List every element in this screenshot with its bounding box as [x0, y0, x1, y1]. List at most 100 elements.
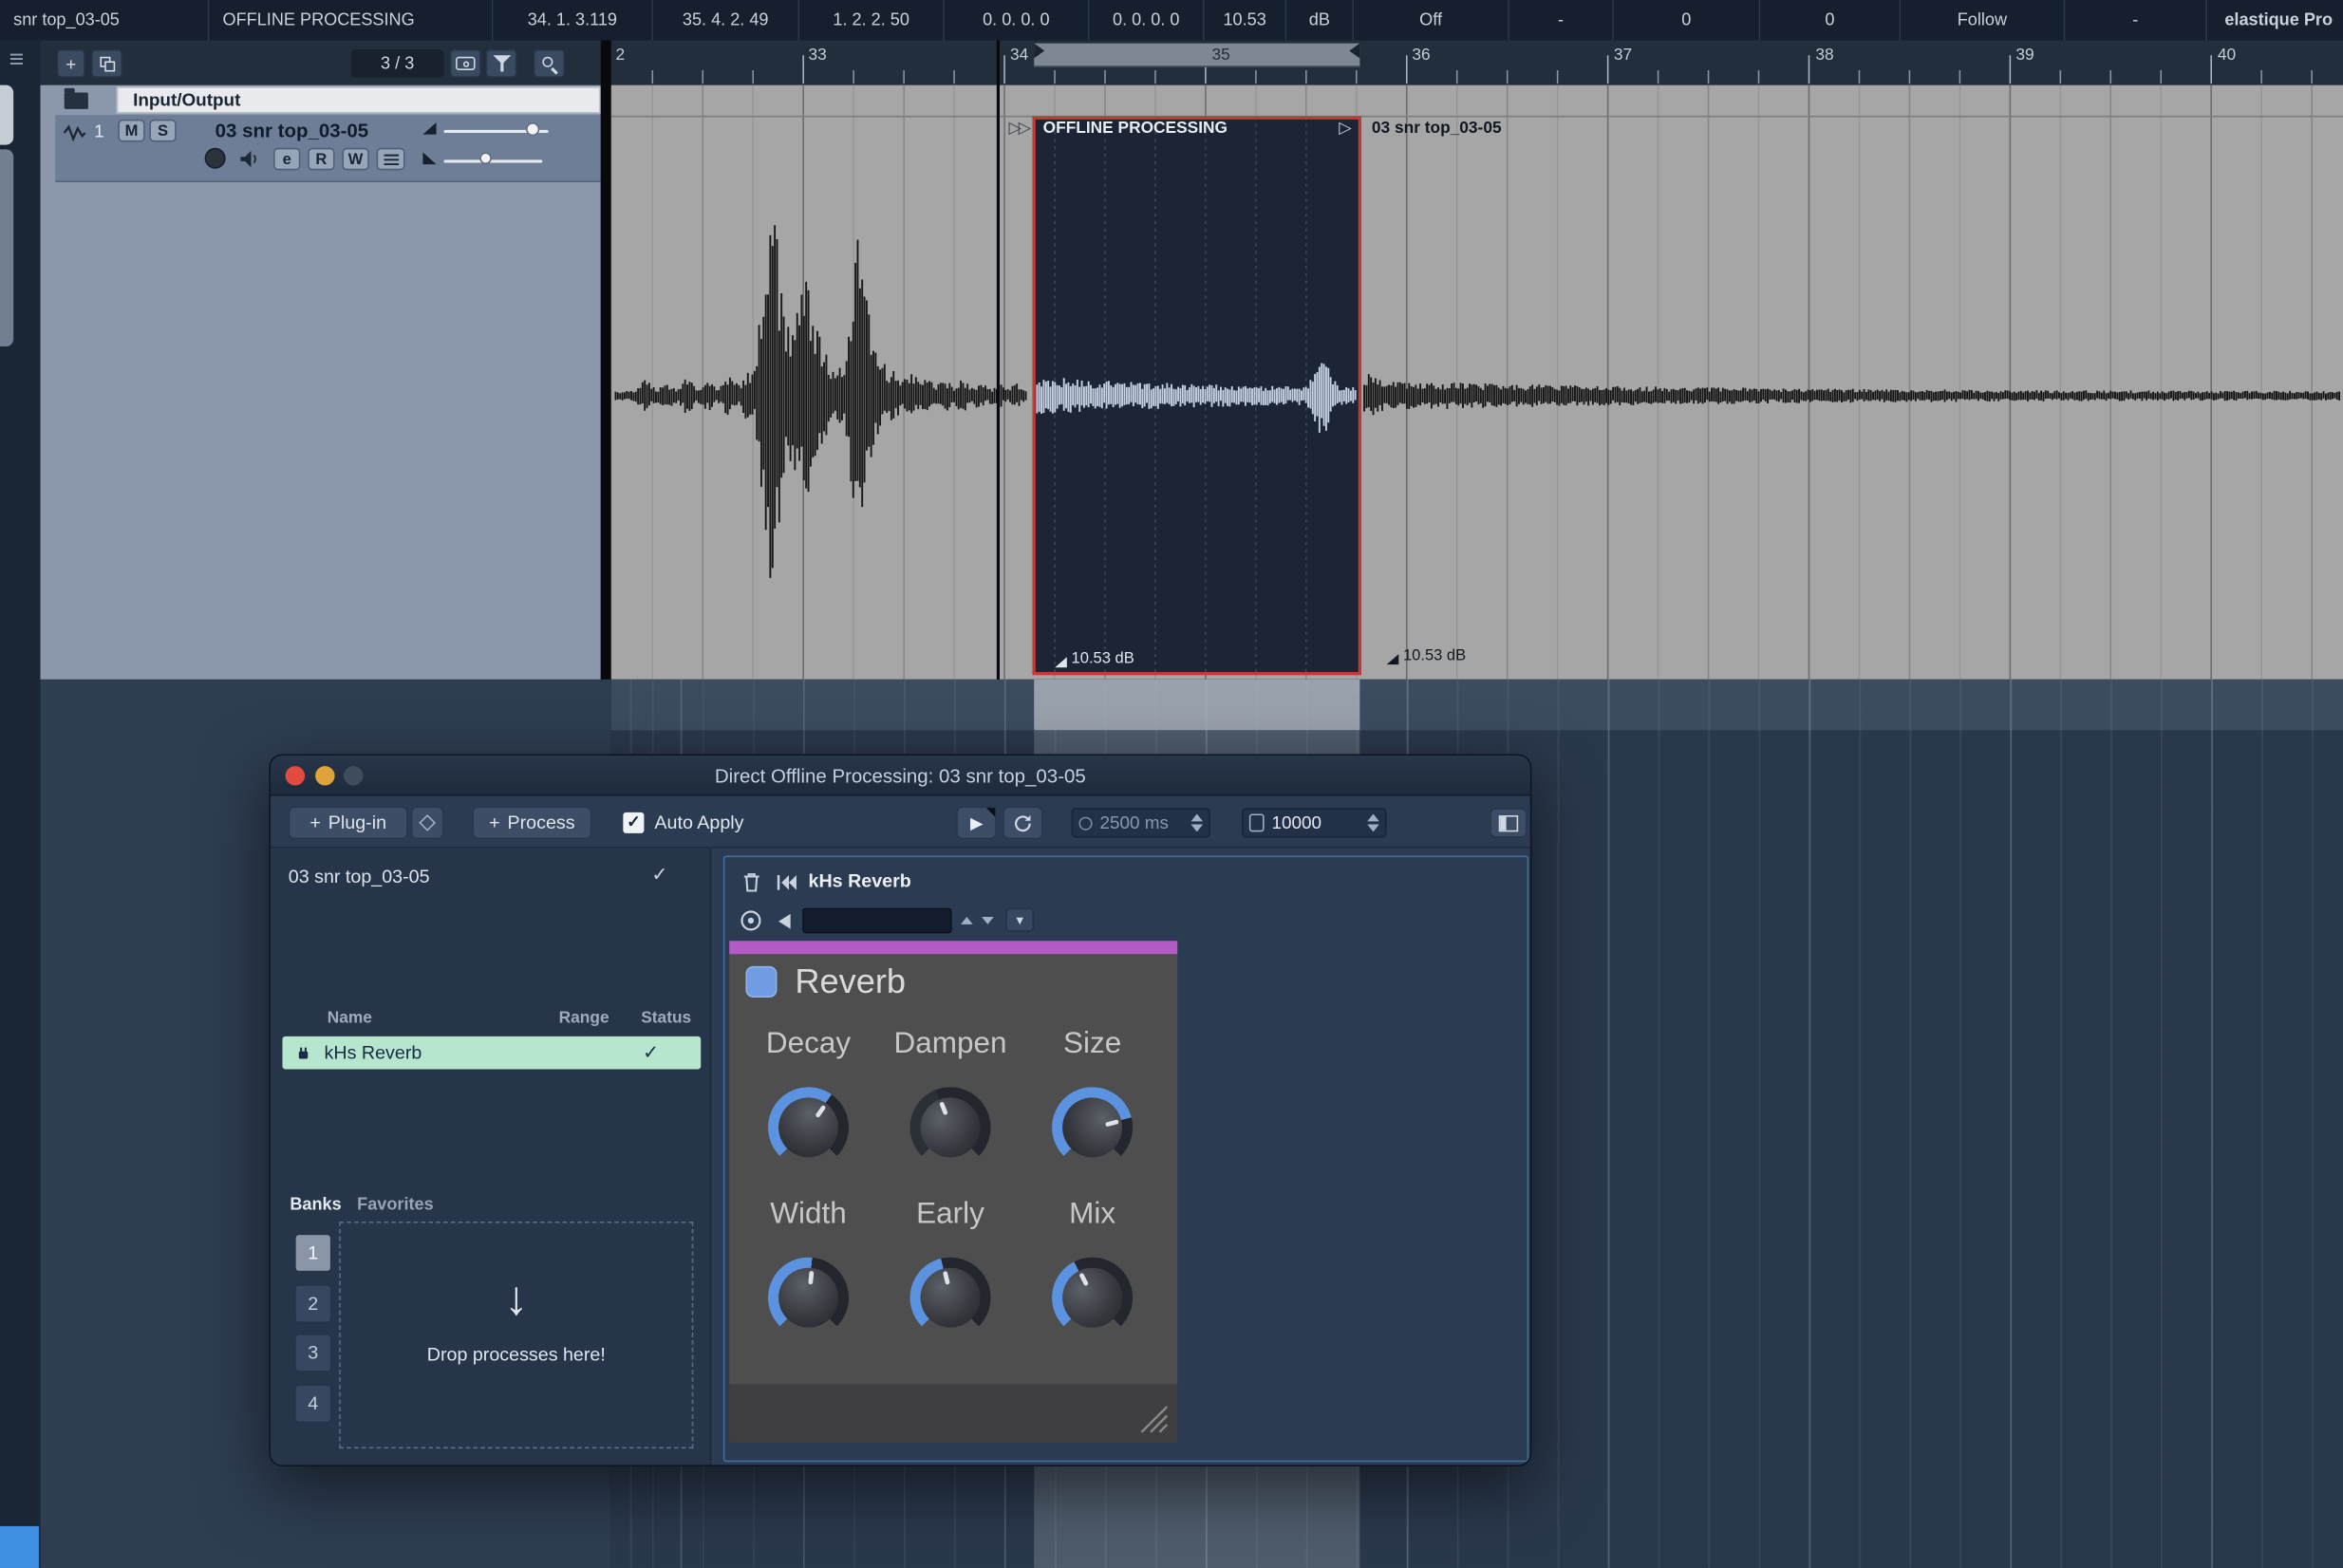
arrow-up-icon: [961, 917, 973, 924]
snapshot-button[interactable]: [450, 49, 481, 78]
clip-handle-left-icon[interactable]: ▷▷: [1008, 118, 1027, 137]
ruler-label: 36: [1412, 47, 1430, 65]
topbar-gain-value[interactable]: 10.53: [1205, 0, 1287, 40]
cubase-window: snr top_03-05 OFFLINE PROCESSING 34. 1. …: [0, 0, 2343, 1568]
selection-right-handle[interactable]: [1349, 44, 1359, 59]
gain-wedge-icon: [1387, 654, 1399, 664]
project-cursor[interactable]: [997, 40, 1000, 679]
process-list-row[interactable]: kHs Reverb ✓: [282, 1036, 701, 1070]
topbar-follow-mode[interactable]: Follow: [1901, 0, 2065, 40]
ruler-selection-range[interactable]: [1034, 44, 1359, 67]
toggle-panel-button[interactable]: [1490, 808, 1527, 837]
pan-slider[interactable]: [443, 159, 542, 162]
add-track-button[interactable]: +: [57, 49, 85, 78]
clock-icon: [1078, 816, 1092, 830]
waveform-canvas[interactable]: [611, 85, 2343, 680]
bank-button-2[interactable]: 2: [294, 1284, 331, 1323]
panel-tab-2[interactable]: [0, 149, 13, 346]
edit-channel-button[interactable]: e: [273, 148, 300, 171]
event-display-area[interactable]: ▷▷ OFFLINE PROCESSING ▷ 03 snr top_03-05…: [611, 85, 2343, 680]
audition-loop-button[interactable]: [1003, 807, 1042, 840]
khs-reverb-plugin-ui: Reverb Decay Dampen Size Width: [729, 941, 1177, 1443]
arrow-down-icon: [982, 917, 994, 924]
delete-process-button[interactable]: [737, 868, 765, 896]
filter-button[interactable]: [486, 49, 517, 78]
reset-to-default-button[interactable]: [771, 868, 799, 896]
preset-down-button[interactable]: [977, 906, 998, 935]
preset-up-button[interactable]: [956, 906, 977, 935]
dampen-knob[interactable]: [910, 1087, 991, 1167]
read-automation-button[interactable]: R: [308, 148, 334, 171]
clip-handle-right-icon[interactable]: ▷: [1339, 118, 1351, 137]
ruler-ticks[interactable]: [611, 40, 2343, 84]
plugin-browser-button[interactable]: [411, 807, 444, 840]
bank-button-3[interactable]: 3: [294, 1334, 331, 1372]
audio-waveform-icon: [63, 122, 86, 143]
bank-button-1[interactable]: 1: [294, 1234, 331, 1273]
tab-banks[interactable]: Banks: [290, 1196, 341, 1214]
topbar-range-end[interactable]: 35. 4. 2. 49: [653, 0, 799, 40]
topbar-transpose[interactable]: Off: [1354, 0, 1509, 40]
chevron-down-icon: ▼: [1014, 913, 1025, 926]
topbar-algorithm[interactable]: elastique Pro: [2207, 0, 2343, 40]
monitor-speaker-icon[interactable]: [239, 149, 262, 168]
decay-knob[interactable]: [768, 1087, 849, 1167]
previous-preset-button[interactable]: [770, 906, 798, 935]
solo-button[interactable]: S: [149, 120, 176, 142]
ruler-label: 34: [1010, 47, 1028, 65]
topbar-position[interactable]: 34. 1. 3.119: [493, 0, 652, 40]
column-status[interactable]: Status: [641, 1010, 691, 1028]
preset-search-input[interactable]: [802, 908, 951, 934]
drop-processes-zone[interactable]: ↓ Drop processes here!: [339, 1222, 693, 1448]
tail-length-field[interactable]: 2500 ms: [1072, 808, 1210, 837]
folder-icon[interactable]: [65, 93, 88, 109]
topbar-range-length[interactable]: 1. 2. 2. 50: [799, 0, 945, 40]
auto-apply-checkbox[interactable]: ✓: [623, 812, 644, 833]
volume-slider-knob[interactable]: [526, 122, 539, 136]
hamburger-menu-icon[interactable]: ≡: [9, 45, 24, 74]
window-corner-widget[interactable]: [0, 1526, 39, 1568]
pan-slider-knob[interactable]: [479, 152, 492, 164]
column-range[interactable]: Range: [559, 1010, 609, 1028]
track-name[interactable]: 03 snr top_03-05: [216, 120, 369, 142]
duplicate-button[interactable]: [91, 49, 122, 78]
preset-menu-button[interactable]: ▼: [1005, 908, 1034, 932]
buffer-stepper[interactable]: [1367, 813, 1379, 831]
loop-icon: [1012, 813, 1035, 832]
tab-favorites[interactable]: Favorites: [357, 1196, 433, 1214]
audio-track-header[interactable]: 1 M S 03 snr top_03-05 e R W: [55, 115, 601, 182]
track-options-button[interactable]: [377, 148, 405, 171]
folder-track-header[interactable]: Input/Output: [117, 86, 601, 113]
mute-button[interactable]: M: [118, 120, 144, 142]
panel-tab-1[interactable]: [0, 85, 13, 145]
trash-icon: [739, 869, 762, 893]
topbar-offset-1[interactable]: 0. 0. 0. 0: [945, 0, 1090, 40]
add-process-button[interactable]: +Process: [472, 807, 591, 840]
zoom-button[interactable]: [534, 49, 565, 78]
plugin-logo-icon[interactable]: [745, 966, 777, 998]
compare-button[interactable]: [737, 906, 765, 935]
add-plugin-button[interactable]: +Plug-in: [289, 807, 408, 840]
width-knob[interactable]: [768, 1258, 849, 1338]
column-name[interactable]: Name: [328, 1010, 372, 1028]
topbar-offset-2[interactable]: 0. 0. 0. 0: [1089, 0, 1204, 40]
early-knob[interactable]: [910, 1258, 991, 1338]
panel-divider[interactable]: [601, 40, 611, 679]
duplicate-icon: [100, 56, 115, 71]
selection-left-handle[interactable]: [1034, 44, 1044, 59]
topbar-finetune-2[interactable]: 0: [1760, 0, 1901, 40]
ruler-label: 39: [2015, 47, 2034, 65]
event-counter: 3 / 3: [351, 49, 444, 78]
mix-knob[interactable]: [1052, 1258, 1133, 1338]
audition-button[interactable]: ▶: [956, 807, 996, 840]
write-automation-button[interactable]: W: [342, 148, 368, 171]
resize-grip[interactable]: [1133, 1404, 1169, 1433]
size-knob[interactable]: [1052, 1087, 1133, 1167]
topbar-dash-2: -: [2065, 0, 2207, 40]
record-enable-button[interactable]: [205, 148, 226, 169]
tail-stepper[interactable]: [1190, 813, 1203, 831]
topbar-finetune-1[interactable]: 0: [1614, 0, 1760, 40]
dialog-titlebar[interactable]: Direct Offline Processing: 03 snr top_03…: [271, 756, 1530, 795]
buffer-size-field[interactable]: 10000: [1242, 808, 1387, 837]
bank-button-4[interactable]: 4: [294, 1384, 331, 1423]
